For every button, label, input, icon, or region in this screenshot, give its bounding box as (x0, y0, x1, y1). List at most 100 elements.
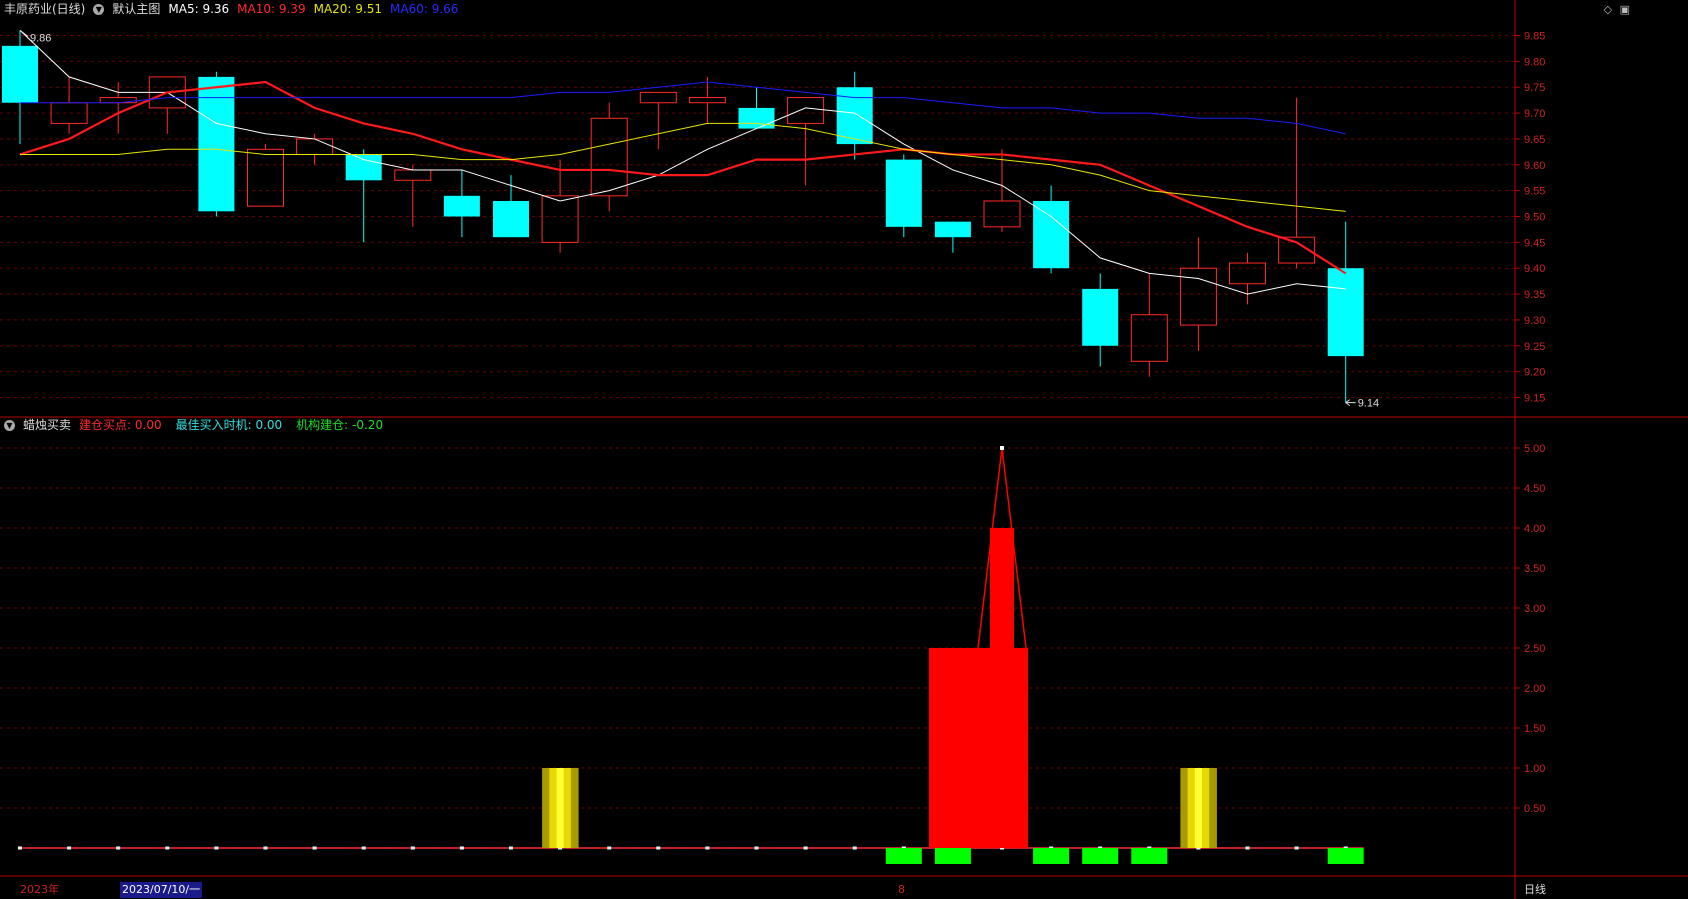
candle-body-down (738, 107, 775, 129)
price-tick-label: 9.55 (1524, 186, 1545, 198)
zero-dot (1294, 846, 1299, 850)
buy-point-peak-bar (990, 528, 1014, 848)
main-chart-header: 丰原药业(日线) ▼ 默认主图 MA5: 9.36 MA10: 9.39 MA2… (4, 0, 466, 18)
price-tick-label: 9.40 (1524, 263, 1545, 275)
indicator-tick-label: 1.00 (1524, 763, 1545, 775)
price-tick-label: 9.15 (1524, 392, 1545, 404)
indicator-name[interactable]: 蜡烛买卖 (23, 416, 71, 434)
zero-dot (705, 846, 710, 850)
price-tick-label: 9.85 (1524, 31, 1545, 43)
price-tick-label: 9.45 (1524, 237, 1545, 249)
indicator-tick-label: 3.50 (1524, 563, 1545, 575)
indicator-tick-label: 2.50 (1524, 643, 1545, 655)
zero-dot (459, 846, 464, 850)
price-tick-label: 9.50 (1524, 212, 1545, 224)
panel-toggle-icon[interactable]: ▣ (1620, 3, 1630, 16)
zero-dot (607, 846, 612, 850)
price-tick-label: 9.20 (1524, 367, 1545, 379)
zero-dot (754, 846, 759, 850)
candle-body-down (443, 195, 480, 217)
ma20-label: MA20: 9.51 (313, 2, 383, 16)
candle-body-down (198, 76, 235, 212)
stock-title[interactable]: 丰原药业(日线) (4, 0, 85, 18)
price-tick-label: 9.25 (1524, 341, 1545, 353)
institution-bar (1131, 848, 1168, 864)
period-label[interactable]: 日线 (1524, 882, 1546, 898)
zero-dot (312, 846, 317, 850)
price-tick-label: 9.75 (1524, 82, 1545, 94)
institution-bar (1327, 848, 1364, 864)
candle-body-up (394, 169, 432, 181)
cursor-date-label: 2023/07/10/一 (120, 882, 203, 898)
institution-bar (934, 848, 971, 864)
indicator-tick-label: 1.50 (1524, 723, 1545, 735)
best-buy-bar (549, 768, 557, 848)
candle-body-up (983, 200, 1021, 228)
ma5-label: MA5: 9.36 (168, 2, 230, 16)
indicator-tick-label: 3.00 (1524, 603, 1545, 615)
high-price-annotation: 9.86 (30, 32, 51, 44)
kline-chart[interactable]: 9.85 9.80 9.75 9.70 9.65 9.60 9.55 9.50 9.45 9.40… (0, 0, 1688, 899)
chevron-down-icon[interactable]: ▼ (4, 419, 15, 431)
candle-body-down (934, 221, 971, 238)
best-buy-bar (1202, 768, 1210, 848)
best-buy-bar (1209, 768, 1217, 848)
candle-body-up (787, 97, 825, 124)
indicator-tick-label: 4.50 (1524, 483, 1545, 495)
price-tick-label: 9.30 (1524, 315, 1545, 327)
best-buy-bar (1194, 768, 1203, 848)
template-label[interactable]: 默认主图 (112, 0, 160, 18)
zero-dot (116, 846, 121, 850)
indicator-tick-label: 0.50 (1524, 803, 1545, 815)
indicator-institution: 机构建仓: -0.20 (296, 418, 384, 432)
candle-body-down (885, 159, 922, 227)
best-buy-bar (542, 768, 550, 848)
best-buy-bar (556, 768, 565, 848)
institution-bar (1082, 848, 1119, 864)
zero-dot (67, 846, 72, 850)
best-buy-bar (1187, 768, 1196, 848)
indicator-tick-label: 4.00 (1524, 523, 1545, 535)
zero-dot (361, 846, 366, 850)
zero-dot (165, 846, 170, 850)
institution-bar (1033, 848, 1070, 864)
diamond-icon[interactable]: ◇ (1604, 3, 1612, 16)
ma60-label: MA60: 9.66 (390, 2, 459, 16)
zero-dot (509, 846, 513, 850)
month-mark: 8 (898, 883, 905, 896)
best-buy-bar (1180, 768, 1189, 848)
candle-body-up (590, 117, 628, 197)
indicator-best-buy: 最佳买入时机: 0.00 (175, 418, 283, 432)
price-tick-label: 9.60 (1524, 160, 1545, 172)
low-arrow-icon (1345, 399, 1356, 407)
candle-body-up (541, 195, 579, 243)
low-price-annotation: 9.14 (1358, 398, 1379, 410)
candle-body-down (345, 154, 382, 181)
candle-body-down (1327, 268, 1364, 357)
candle-body-up (247, 148, 284, 207)
zero-dot (18, 846, 22, 850)
candle-body-up (688, 97, 726, 104)
candle-body-up (1130, 314, 1168, 362)
candle-body-down (2, 45, 38, 103)
chevron-down-icon[interactable]: ▼ (93, 3, 105, 15)
zero-dot (1245, 846, 1250, 850)
zero-dot (263, 846, 268, 850)
zero-dot (410, 846, 415, 850)
indicator-tick-label: 5.00 (1524, 443, 1545, 455)
indicator-header: ▼ 蜡烛买卖 建仓买点: 0.00 最佳买入时机: 0.00 机构建仓: -0.… (4, 416, 391, 434)
price-tick-label: 9.65 (1524, 134, 1545, 146)
zero-dot (656, 846, 661, 850)
candle-body-down (1082, 288, 1119, 346)
zero-dot (214, 846, 219, 850)
candle-body-down (1033, 200, 1070, 269)
window-icons: ◇ ▣ (1604, 3, 1630, 16)
best-buy-bar (570, 768, 579, 848)
year-label: 2023年 (20, 883, 59, 896)
candle-body-up (1229, 262, 1266, 285)
price-tick-label: 9.80 (1524, 56, 1545, 68)
zero-dot (803, 846, 808, 850)
candle-body-up (296, 138, 334, 155)
signal-peak-dot (1000, 446, 1004, 450)
candle-body-down (493, 200, 529, 238)
